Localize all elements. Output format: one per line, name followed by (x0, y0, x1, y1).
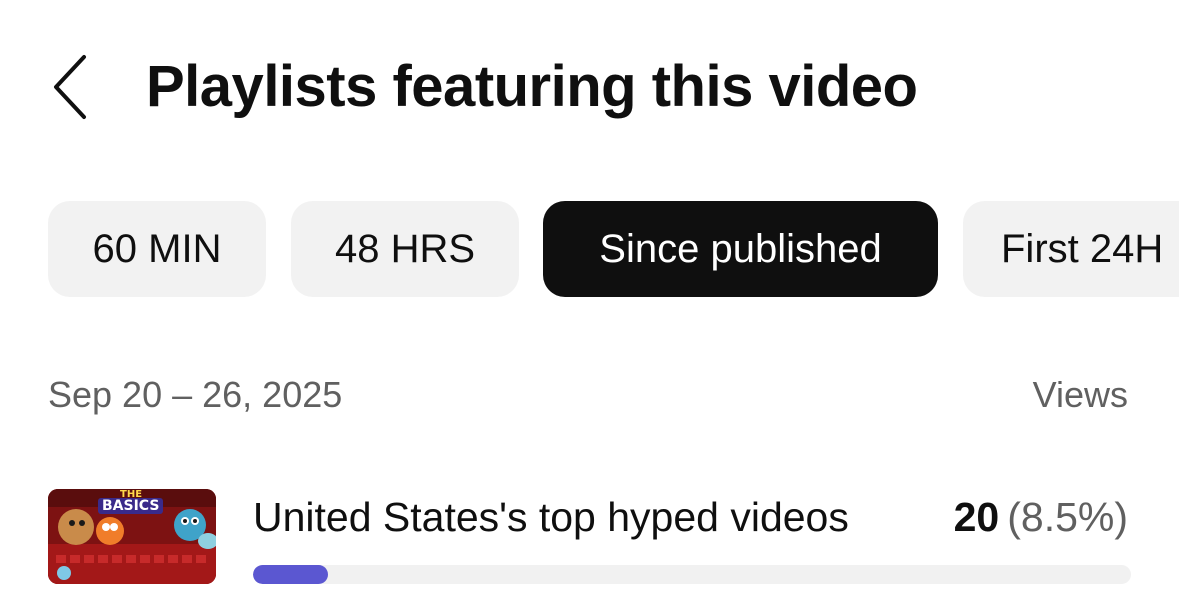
views-share-bar-fill (253, 565, 328, 584)
thumbnail-text: BASICS (98, 498, 164, 514)
playlist-views-stat: 20 (8.5%) (954, 492, 1128, 542)
views-column-label: Views (1032, 374, 1128, 415)
views-share-bar (253, 565, 1131, 584)
header: Playlists featuring this video (0, 0, 1179, 175)
chip-60-min[interactable]: 60 MIN (48, 201, 266, 297)
chevron-left-icon (54, 55, 86, 119)
chip-since-published[interactable]: Since published (543, 201, 938, 297)
playlist-row[interactable]: THE BASICS United States's top hyped vid… (0, 480, 1179, 597)
playlist-views-share: (8.5%) (1007, 494, 1128, 540)
playlist-views-count: 20 (953, 494, 1000, 540)
chip-first-24h[interactable]: First 24H (963, 201, 1179, 297)
page-title: Playlists featuring this video (146, 54, 918, 119)
time-filter-chips: 60 MIN 48 HRS Since published First 24H (0, 201, 1179, 297)
date-range-label: Sep 20 – 26, 2025 (48, 374, 343, 415)
playlist-thumbnail: THE BASICS (48, 489, 216, 584)
playlist-title: United States's top hyped videos (253, 494, 849, 540)
back-button[interactable] (40, 45, 100, 129)
chip-48-hrs[interactable]: 48 HRS (291, 201, 519, 297)
